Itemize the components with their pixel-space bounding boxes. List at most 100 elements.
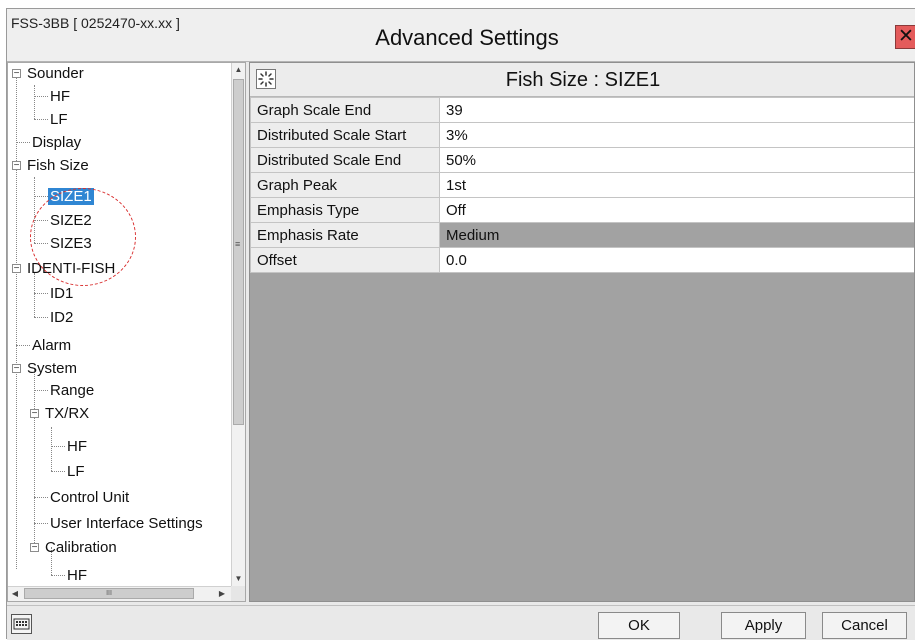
horizontal-scroll-thumb[interactable]: III xyxy=(24,588,194,599)
tree-item-label: System xyxy=(25,360,79,377)
tree-item-label: Calibration xyxy=(43,539,119,556)
table-row[interactable]: Offset 0.0 xyxy=(251,248,915,273)
scroll-down-arrow-icon[interactable]: ▼ xyxy=(232,572,245,586)
tree-item-id2[interactable]: ID2 xyxy=(48,307,75,329)
tree-item-label: SIZE2 xyxy=(48,212,94,229)
scroll-right-arrow-icon[interactable]: ▶ xyxy=(215,587,229,601)
panel-title: Fish Size : SIZE1 xyxy=(250,69,915,92)
table-row[interactable]: Emphasis Rate Medium xyxy=(251,223,915,248)
collapse-icon[interactable]: − xyxy=(12,69,21,78)
tree-item-calibration[interactable]: − Calibration xyxy=(30,537,119,559)
table-row[interactable]: Graph Scale End 39 xyxy=(251,98,915,123)
close-button[interactable]: ✕ xyxy=(895,25,915,49)
tree-item-label: LF xyxy=(65,463,87,480)
tree-connector xyxy=(34,293,48,294)
tree-item-range[interactable]: Range xyxy=(48,380,96,402)
panel-header: Fish Size : SIZE1 xyxy=(250,63,915,97)
tree-item-size3[interactable]: SIZE3 xyxy=(48,233,94,255)
tree-item-label: SIZE3 xyxy=(48,235,94,252)
apply-button[interactable]: Apply xyxy=(721,612,806,639)
tree-item-label: ID1 xyxy=(48,285,75,302)
tree-item-txrx-hf[interactable]: HF xyxy=(65,436,89,458)
tree-connector xyxy=(34,497,48,498)
tree-item-label: Sounder xyxy=(25,65,86,82)
collapse-icon[interactable]: − xyxy=(12,264,21,273)
tree-item-sounder-hf[interactable]: HF xyxy=(48,86,72,108)
tree-item-system[interactable]: − System xyxy=(12,358,79,380)
setting-name: Offset xyxy=(251,248,440,273)
tree-item-label: HF xyxy=(48,88,72,105)
tree-connector xyxy=(34,243,48,244)
tree-item-fish-size[interactable]: − Fish Size xyxy=(12,155,91,177)
advanced-settings-window: FSS-3BB [ 0252470-xx.xx ] Advanced Setti… xyxy=(6,8,915,639)
setting-value[interactable]: 3% xyxy=(440,123,915,148)
tree-item-txrx[interactable]: − TX/RX xyxy=(30,403,91,425)
tree-item-label: TX/RX xyxy=(43,405,91,422)
tree-item-label: IDENTI-FISH xyxy=(25,260,117,277)
setting-value[interactable]: Off xyxy=(440,198,915,223)
tree-item-label: Fish Size xyxy=(25,157,91,174)
setting-name: Emphasis Type xyxy=(251,198,440,223)
scroll-up-arrow-icon[interactable]: ▲ xyxy=(232,63,245,77)
tree-item-label: ID2 xyxy=(48,309,75,326)
tree-item-sounder-lf[interactable]: LF xyxy=(48,109,70,131)
tree-connector xyxy=(51,471,65,472)
cancel-button[interactable]: Cancel xyxy=(822,612,907,639)
tree-item-sounder[interactable]: − Sounder xyxy=(12,63,86,85)
tree-item-label: Display xyxy=(30,134,83,151)
setting-name: Graph Scale End xyxy=(251,98,440,123)
table-row[interactable]: Emphasis Type Off xyxy=(251,198,915,223)
setting-name: Graph Peak xyxy=(251,173,440,198)
tree-connector xyxy=(34,177,35,243)
collapse-icon[interactable]: − xyxy=(12,364,21,373)
tree-connector xyxy=(34,220,48,221)
tree-item-alarm[interactable]: Alarm xyxy=(30,335,73,357)
tree-item-calibration-hf[interactable]: HF xyxy=(65,565,89,586)
scrollbar-corner xyxy=(231,586,245,601)
tree-item-label: Control Unit xyxy=(48,489,131,506)
settings-tree-pane: − Sounder HF LF Display − Fish Size SIZE… xyxy=(7,62,246,602)
settings-table: Graph Scale End 39 Distributed Scale Sta… xyxy=(250,97,915,273)
tree-connector xyxy=(34,119,48,120)
table-row[interactable]: Distributed Scale End 50% xyxy=(251,148,915,173)
scroll-left-arrow-icon[interactable]: ◀ xyxy=(8,587,22,601)
tree-item-label: Range xyxy=(48,382,96,399)
tree-item-user-interface-settings[interactable]: User Interface Settings xyxy=(48,513,205,535)
tree-item-size2[interactable]: SIZE2 xyxy=(48,210,94,232)
tree-connector xyxy=(34,196,48,197)
tree-connector xyxy=(51,427,52,471)
tree-item-identi-fish[interactable]: − IDENTI-FISH xyxy=(12,258,117,280)
collapse-icon[interactable]: − xyxy=(12,161,21,170)
tree-item-id1[interactable]: ID1 xyxy=(48,283,75,305)
tree-item-label: Alarm xyxy=(30,337,73,354)
tree-item-display[interactable]: Display xyxy=(30,132,83,154)
setting-value[interactable]: Medium xyxy=(440,223,915,248)
collapse-icon[interactable]: − xyxy=(30,409,39,418)
tree-item-control-unit[interactable]: Control Unit xyxy=(48,487,131,509)
tree-connector xyxy=(34,96,48,97)
tree-connector xyxy=(34,523,48,524)
tree-connector xyxy=(34,85,35,119)
tree-item-label: User Interface Settings xyxy=(48,515,205,532)
ok-button[interactable]: OK xyxy=(598,612,680,639)
setting-value[interactable]: 0.0 xyxy=(440,248,915,273)
tree-item-size1[interactable]: SIZE1 xyxy=(48,186,94,208)
keyboard-icon[interactable] xyxy=(11,614,32,634)
collapse-icon[interactable]: − xyxy=(30,543,39,552)
tree-vertical-scrollbar[interactable]: ▲ ≡ ▼ xyxy=(231,63,245,586)
setting-value[interactable]: 1st xyxy=(440,173,915,198)
tree-item-txrx-lf[interactable]: LF xyxy=(65,461,87,483)
title-bar: FSS-3BB [ 0252470-xx.xx ] Advanced Setti… xyxy=(7,9,915,62)
tree-item-label: HF xyxy=(65,438,89,455)
settings-tree: − Sounder HF LF Display − Fish Size SIZE… xyxy=(8,63,231,586)
scroll-thumb[interactable] xyxy=(233,79,244,425)
setting-value[interactable]: 50% xyxy=(440,148,915,173)
tree-connector xyxy=(16,345,30,346)
setting-name: Distributed Scale Start xyxy=(251,123,440,148)
setting-name: Distributed Scale End xyxy=(251,148,440,173)
setting-value[interactable]: 39 xyxy=(440,98,915,123)
table-row[interactable]: Distributed Scale Start 3% xyxy=(251,123,915,148)
tree-item-label: SIZE1 xyxy=(48,188,94,205)
table-row[interactable]: Graph Peak 1st xyxy=(251,173,915,198)
tree-horizontal-scrollbar[interactable]: ◀ III ▶ xyxy=(8,586,231,601)
